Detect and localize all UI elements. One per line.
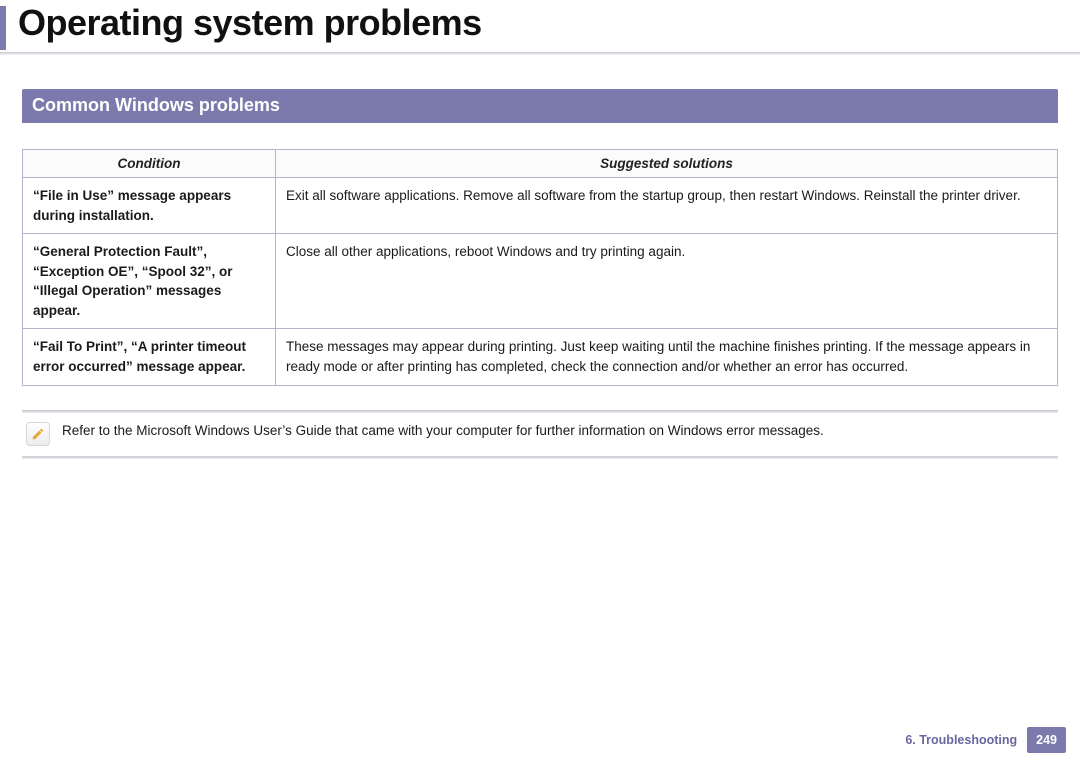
note-block: Refer to the Microsoft Windows User’s Gu… bbox=[22, 410, 1058, 459]
solution-cell: Exit all software applications. Remove a… bbox=[276, 178, 1058, 234]
page-title: Operating system problems bbox=[0, 0, 1080, 52]
table-row: “File in Use” message appears during ins… bbox=[23, 178, 1058, 234]
solution-cell: These messages may appear during printin… bbox=[276, 329, 1058, 385]
note-text: Refer to the Microsoft Windows User’s Gu… bbox=[62, 421, 824, 441]
solution-cell: Close all other applications, reboot Win… bbox=[276, 234, 1058, 329]
section-common-windows-problems: Common Windows problems bbox=[22, 89, 1058, 123]
col-header-condition: Condition bbox=[23, 150, 276, 178]
footer-chapter: 6. Troubleshooting bbox=[905, 727, 1027, 753]
page-footer: 6. Troubleshooting 249 bbox=[905, 727, 1066, 753]
table-header-row: Condition Suggested solutions bbox=[23, 150, 1058, 178]
pencil-icon bbox=[31, 427, 45, 441]
condition-cell: “File in Use” message appears during ins… bbox=[23, 178, 276, 234]
condition-cell: “Fail To Print”, “A printer timeout erro… bbox=[23, 329, 276, 385]
section-heading: Common Windows problems bbox=[22, 89, 1058, 123]
problems-table: Condition Suggested solutions “File in U… bbox=[22, 149, 1058, 386]
table-row: “Fail To Print”, “A printer timeout erro… bbox=[23, 329, 1058, 385]
title-accent-bar bbox=[0, 6, 6, 50]
footer-page-number: 249 bbox=[1027, 727, 1066, 753]
title-underline bbox=[0, 52, 1080, 55]
page-header: Operating system problems bbox=[0, 0, 1080, 61]
table-row: “General Protection Fault”, “Exception O… bbox=[23, 234, 1058, 329]
note-icon bbox=[26, 422, 50, 446]
col-header-solution: Suggested solutions bbox=[276, 150, 1058, 178]
note-rule-bottom bbox=[22, 456, 1058, 459]
condition-cell: “General Protection Fault”, “Exception O… bbox=[23, 234, 276, 329]
